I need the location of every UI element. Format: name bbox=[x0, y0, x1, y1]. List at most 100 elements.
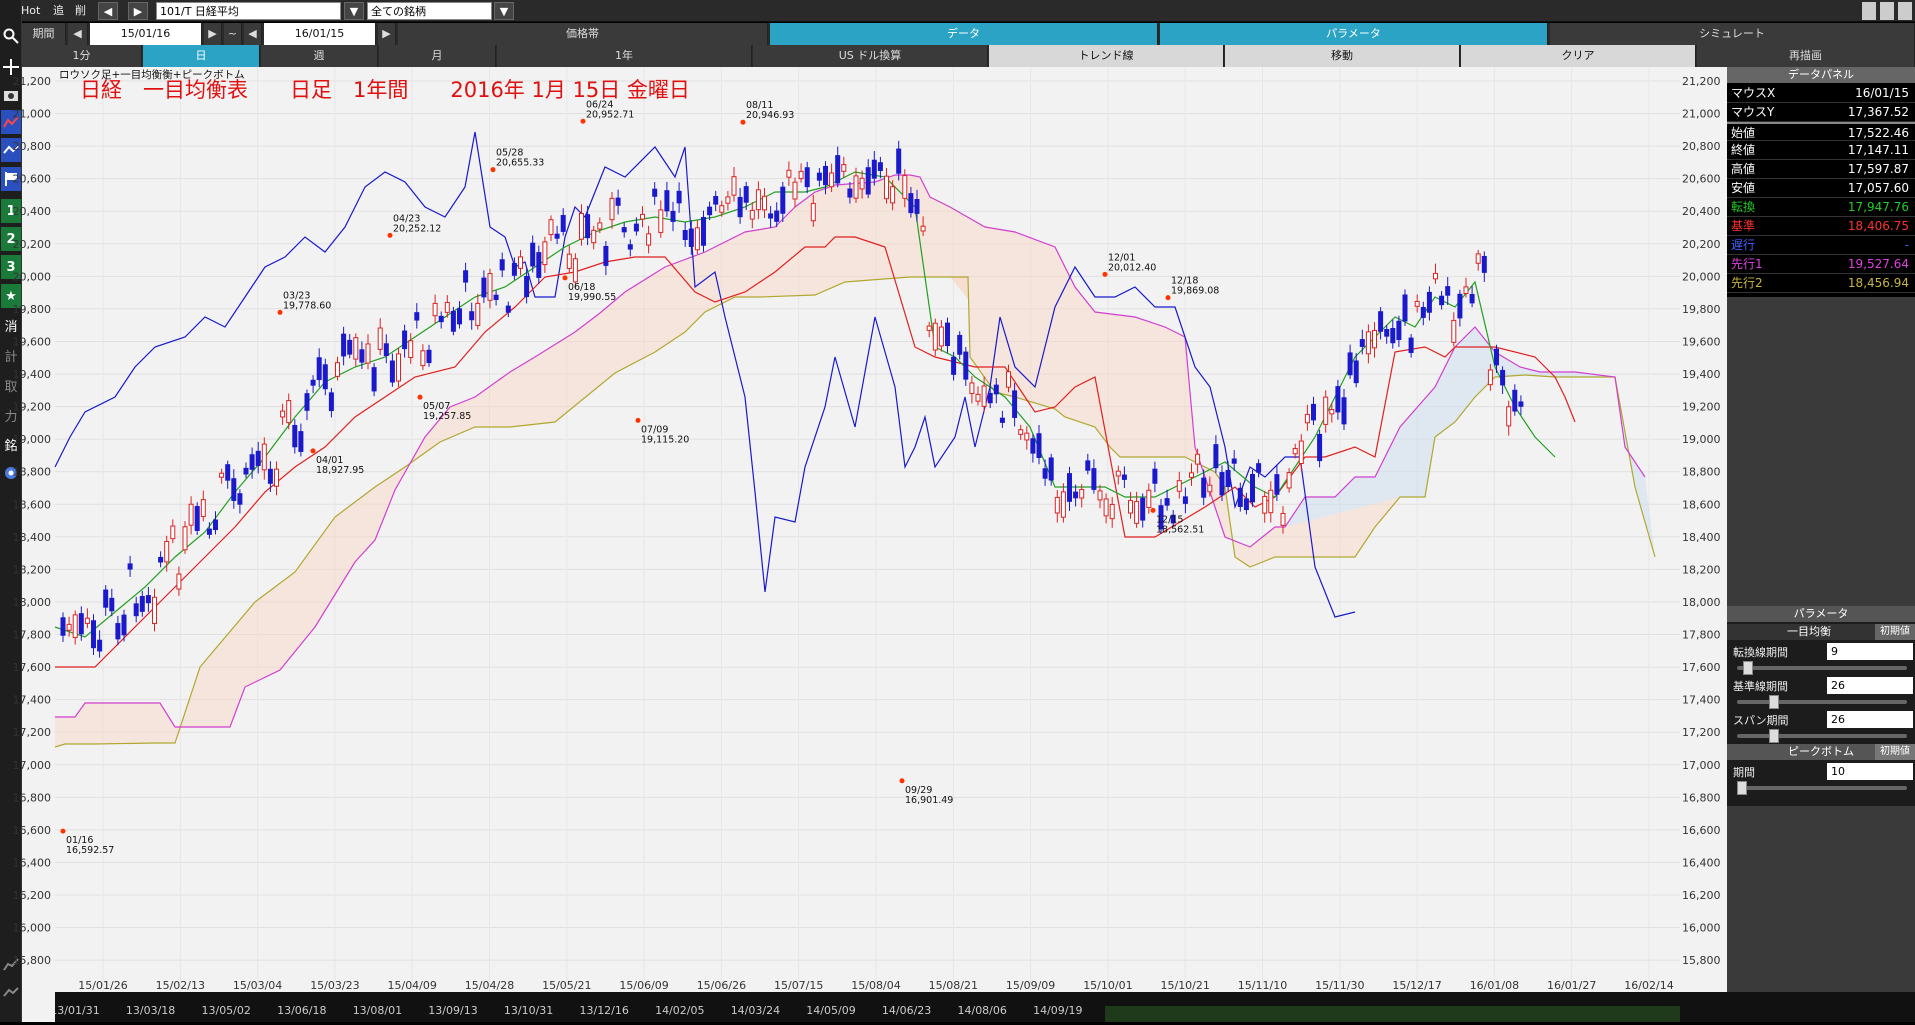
data-row-key: 先行2 bbox=[1731, 276, 1763, 290]
back-button[interactable]: 追 bbox=[50, 2, 67, 20]
candle-body bbox=[389, 360, 395, 383]
peak-value-label: 18,927.95 bbox=[316, 465, 364, 476]
sidebar-item-erase[interactable]: 消 bbox=[1, 313, 21, 337]
candle-body bbox=[847, 188, 853, 198]
minimize-button[interactable] bbox=[1862, 2, 1876, 20]
date-from-next-icon[interactable]: ▶ bbox=[204, 23, 222, 45]
senkou-span-b-line bbox=[54, 276, 1656, 748]
span-field[interactable]: 26 bbox=[1827, 711, 1913, 728]
peak-marker bbox=[1102, 271, 1108, 277]
candle-body bbox=[1189, 472, 1194, 478]
period-slider[interactable] bbox=[1737, 781, 1907, 795]
ichimoku-chart[interactable]: 21,200 21,000 20,800 20,600 20,400 20,200 20,0… bbox=[13, 67, 1680, 992]
date-to-next-icon[interactable]: ▶ bbox=[378, 23, 396, 45]
tenkan-slider[interactable] bbox=[1737, 661, 1907, 675]
kijun-slider[interactable] bbox=[1737, 695, 1907, 709]
candle-body bbox=[1481, 255, 1487, 273]
date-from-field[interactable]: 15/01/16 bbox=[90, 23, 202, 45]
y-tick-left: 17,200 bbox=[13, 726, 52, 739]
prev-arrow-icon[interactable]: ◀ bbox=[98, 2, 118, 20]
candle-body bbox=[1353, 360, 1359, 384]
date-to-prev-icon[interactable]: ◀ bbox=[244, 23, 262, 45]
peak-marker bbox=[310, 448, 316, 454]
nav-tick: 14/02/05 bbox=[655, 1004, 704, 1017]
candle-body bbox=[316, 357, 322, 381]
top-toolbar: Hot 追 削 ◀ ▶ 101/T 日経平均 ▼ 全ての銘柄 ▼ bbox=[0, 0, 1915, 22]
close-button[interactable] bbox=[1898, 2, 1912, 20]
candle-body bbox=[1097, 490, 1103, 501]
param-title: パラメータ bbox=[1727, 606, 1915, 622]
y-tick-right: 20,000 bbox=[1682, 270, 1721, 283]
x-tick: 15/03/23 bbox=[310, 979, 359, 992]
delete-button[interactable]: 削 bbox=[72, 2, 89, 20]
universe-field[interactable]: 全ての銘柄 bbox=[367, 2, 492, 20]
y-tick-left: 16,000 bbox=[13, 922, 52, 935]
next-arrow-icon[interactable]: ▶ bbox=[128, 2, 148, 20]
data-row-key: 遅行 bbox=[1731, 238, 1756, 252]
tab-data[interactable]: データ bbox=[770, 23, 1158, 45]
candle-body bbox=[1414, 300, 1420, 307]
reset-button[interactable]: 初期値 bbox=[1875, 624, 1915, 640]
peak-marker bbox=[1150, 507, 1156, 513]
maximize-button[interactable] bbox=[1880, 2, 1894, 20]
tab-price-band[interactable]: 価格帯 bbox=[398, 23, 768, 45]
x-tick: 15/08/21 bbox=[929, 979, 978, 992]
tab-1min[interactable]: 1分 bbox=[22, 45, 142, 67]
tab-clear[interactable]: クリア bbox=[1461, 45, 1696, 67]
candle-body bbox=[304, 393, 310, 411]
candle-body bbox=[1237, 487, 1243, 507]
nav-tick: 13/01/31 bbox=[55, 1004, 100, 1017]
tab-move[interactable]: 移動 bbox=[1225, 45, 1460, 67]
x-tick: 15/12/17 bbox=[1392, 979, 1441, 992]
tab-usd[interactable]: US ドル換算 bbox=[753, 45, 988, 67]
tab-simulate[interactable]: シミュレート bbox=[1550, 23, 1915, 45]
candle-body bbox=[1042, 468, 1048, 479]
tab-weekly[interactable]: 週 bbox=[261, 45, 378, 67]
peak-value-label: 19,115.20 bbox=[641, 434, 689, 445]
universe-dropdown-icon[interactable]: ▼ bbox=[494, 2, 514, 20]
candle-body bbox=[408, 340, 414, 358]
candle-body bbox=[981, 385, 987, 407]
chart-svg[interactable]: 21,200 21,000 20,800 20,600 20,400 20,200 20,0… bbox=[13, 67, 1680, 992]
date-prev-icon[interactable]: ◀ bbox=[68, 23, 88, 45]
tab-monthly[interactable]: 月 bbox=[379, 45, 496, 67]
peak-marker bbox=[417, 394, 423, 400]
y-tick-right: 19,600 bbox=[1682, 335, 1721, 348]
nav-tick: 13/03/18 bbox=[126, 1004, 175, 1017]
tab-redraw[interactable]: 再描画 bbox=[1697, 45, 1915, 67]
reset-button-2[interactable]: 初期値 bbox=[1875, 744, 1915, 760]
candle-body bbox=[383, 343, 389, 356]
candle-body bbox=[1494, 348, 1499, 366]
candle-body bbox=[1347, 352, 1353, 376]
candle-body bbox=[487, 273, 493, 301]
date-to-field[interactable]: 16/01/15 bbox=[264, 23, 376, 45]
period-param-label: 期間 bbox=[1733, 766, 1755, 779]
symbol-field[interactable]: 101/T 日経平均 bbox=[156, 2, 341, 20]
candle-body bbox=[1433, 272, 1438, 280]
period-param-field[interactable]: 10 bbox=[1827, 763, 1913, 780]
y-tick-right: 17,800 bbox=[1682, 629, 1721, 642]
candle-body bbox=[1231, 458, 1237, 464]
peak-value-label: 20,655.33 bbox=[496, 158, 544, 169]
candle-body bbox=[396, 353, 401, 382]
panel-spacer bbox=[1727, 297, 1915, 606]
candle-body bbox=[1176, 480, 1182, 492]
tab-1year[interactable]: 1年 bbox=[497, 45, 752, 67]
tab-trendline[interactable]: トレンド線 bbox=[989, 45, 1224, 67]
y-tick-right: 21,000 bbox=[1682, 108, 1721, 121]
data-row-value: 17,057.60 bbox=[1847, 181, 1909, 195]
candle-body bbox=[1335, 386, 1341, 413]
data-row-key: 転換 bbox=[1731, 200, 1756, 214]
tenkan-field[interactable]: 9 bbox=[1827, 643, 1913, 660]
tab-parameter[interactable]: パラメータ bbox=[1160, 23, 1548, 45]
span-slider[interactable] bbox=[1737, 729, 1907, 743]
search-icon[interactable] bbox=[1, 24, 21, 48]
candle-body bbox=[664, 190, 670, 212]
y-tick-right: 19,400 bbox=[1682, 368, 1721, 381]
symbol-dropdown-icon[interactable]: ▼ bbox=[344, 2, 364, 20]
kijun-field[interactable]: 26 bbox=[1827, 677, 1913, 694]
nav-window[interactable] bbox=[1105, 1006, 1680, 1022]
tab-daily[interactable]: 日 bbox=[143, 45, 260, 67]
candle-body bbox=[1243, 498, 1249, 511]
chart-thumb2-icon[interactable] bbox=[1, 980, 21, 1004]
